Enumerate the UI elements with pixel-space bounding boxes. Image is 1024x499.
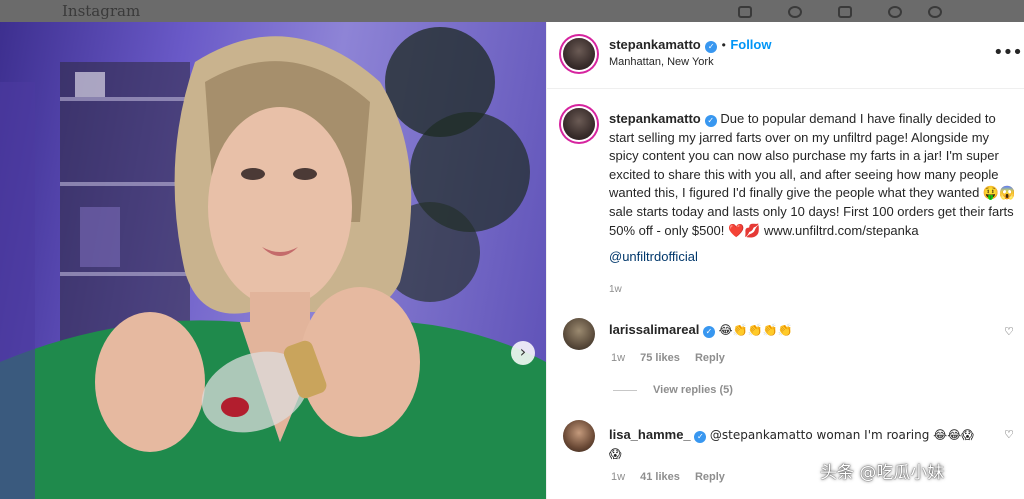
caption-text: Due to popular demand I have finally dec… <box>609 111 1016 238</box>
author-avatar[interactable] <box>563 38 595 70</box>
post-caption: stepankamatto ✓ Due to popular demand I h… <box>609 110 1019 299</box>
comment-likes[interactable]: 75 likes <box>640 352 680 364</box>
reply-button[interactable]: Reply <box>695 352 725 364</box>
comment-text: 😂👏👏👏👏 <box>718 323 793 337</box>
screenshot: Instagram › stepankamatto ✓ • Follow Man… <box>0 0 1024 499</box>
instagram-topbar: Instagram <box>0 0 1024 22</box>
comment-username[interactable]: lisa_hamme_ <box>609 427 691 442</box>
more-options-icon[interactable]: ••• <box>993 42 1023 63</box>
comment-meta: 1w 41 likes Reply <box>611 471 725 483</box>
view-replies-label: View replies (5) <box>653 384 733 396</box>
comment-timestamp[interactable]: 1w <box>611 352 625 364</box>
explore-icon[interactable] <box>838 6 852 18</box>
instagram-logo[interactable]: Instagram <box>62 2 140 20</box>
post-location[interactable]: Manhattan, New York <box>609 56 714 68</box>
activity-icon[interactable] <box>888 6 902 18</box>
comment-likes[interactable]: 41 likes <box>640 471 680 483</box>
caption-author-username[interactable]: stepankamatto <box>609 111 701 126</box>
post-header: stepankamatto ✓ • Follow Manhattan, New … <box>547 22 1024 89</box>
post-photo[interactable]: › <box>0 22 546 499</box>
verified-badge-icon: ✓ <box>704 115 717 127</box>
post-details-panel: stepankamatto ✓ • Follow Manhattan, New … <box>546 22 1024 499</box>
view-replies-button[interactable]: View replies (5) <box>613 384 733 396</box>
follow-button[interactable]: Follow <box>730 37 771 52</box>
caption-author-avatar[interactable] <box>563 108 595 140</box>
verified-badge-icon: ✓ <box>702 326 715 338</box>
comment-text: @stepankamatto woman I'm roaring 😂😂😱 <box>709 428 974 442</box>
caption-timestamp[interactable]: 1w <box>609 281 1019 300</box>
caption-mention-link[interactable]: @unfiltrdofficial <box>609 249 698 264</box>
like-comment-heart-icon[interactable]: ♡ <box>1004 428 1014 441</box>
home-icon[interactable] <box>738 6 752 18</box>
watermark: 头条 @吃瓜小妹 <box>820 463 945 483</box>
notifications-icon[interactable] <box>788 6 802 18</box>
comment-meta: 1w 75 likes Reply <box>611 352 725 364</box>
divider-line <box>613 389 637 391</box>
comment-timestamp[interactable]: 1w <box>611 471 625 483</box>
verified-badge-icon: ✓ <box>694 431 707 443</box>
commenter-avatar[interactable] <box>563 420 595 452</box>
verified-badge-icon: ✓ <box>705 41 718 53</box>
profile-icon[interactable] <box>928 6 942 18</box>
separator-dot: • <box>721 38 726 52</box>
comment: larissalimareal ✓ 😂👏👏👏👏 <box>609 322 792 338</box>
author-username[interactable]: stepankamatto <box>609 37 701 52</box>
like-comment-heart-icon[interactable]: ♡ <box>1004 325 1014 338</box>
commenter-avatar[interactable] <box>563 318 595 350</box>
reply-button[interactable]: Reply <box>695 471 725 483</box>
comment-username[interactable]: larissalimareal <box>609 322 699 337</box>
carousel-next-button[interactable]: › <box>511 341 535 365</box>
